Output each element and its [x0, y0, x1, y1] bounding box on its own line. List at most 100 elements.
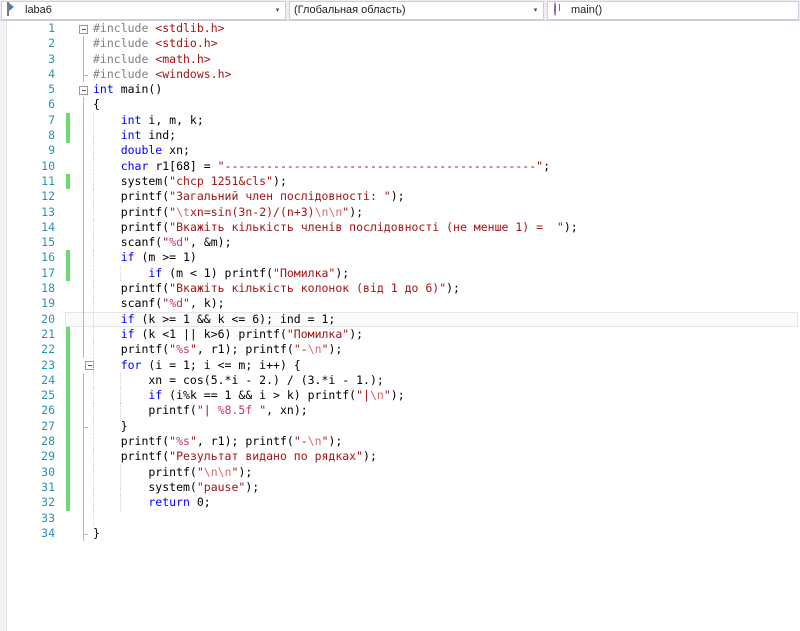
line-number: 14 [41, 219, 55, 234]
line-number: 30 [41, 464, 55, 479]
code-line[interactable]: 11 system("chcp 1251&cls"); [7, 173, 800, 190]
method-icon [551, 1, 567, 19]
line-number: 8 [48, 128, 55, 143]
code-line[interactable]: 14 printf("Вкажіть кількість членів посл… [7, 219, 800, 236]
code-line-text: printf("Результат видано по рядках"); [93, 449, 377, 464]
code-line[interactable]: 4 #include <windows.h> [7, 66, 800, 83]
line-number: 22 [41, 342, 55, 357]
code-line[interactable]: 18 printf("Вкажіть кількість колонок (ві… [7, 281, 800, 297]
code-line-text: { [93, 97, 100, 112]
fold-guide-line [83, 66, 88, 83]
code-editor[interactable]: 1 #include <stdlib.h> 2 #include <stdio.h> 3… [0, 21, 800, 631]
code-line[interactable]: 32 return 0; [7, 495, 800, 511]
code-line-text: #include <math.h> [93, 51, 211, 66]
line-number: 19 [41, 296, 55, 311]
line-number: 6 [48, 97, 55, 112]
code-line[interactable]: 2 #include <stdio.h> [7, 36, 800, 52]
code-line-text: } [93, 525, 100, 540]
chevron-down-icon[interactable]: ▾ [270, 2, 285, 19]
code-line[interactable]: 29 printf("Результат видано по рядках"); [7, 449, 800, 465]
code-line[interactable]: 8 int ind; [7, 128, 800, 144]
code-line-text: printf("Загальний член послідовності: ")… [93, 189, 405, 204]
fold-guide-line [83, 219, 84, 236]
fold-guide-line [83, 204, 84, 220]
fold-guide-line [83, 265, 84, 282]
code-line[interactable]: 19 scanf("%d", k); [7, 296, 800, 312]
scope-dropdown[interactable]: (Глобальная область) ▾ [289, 1, 544, 20]
code-line[interactable]: 25 if (i%k == 1 && i > k) printf("|\n"); [7, 388, 800, 404]
code-line-text: printf("\txn=sin(3n-2)/(n+3)\n\n"); [93, 204, 364, 219]
code-line[interactable]: 21 if (k <1 || k>6) printf("Помилка"); [7, 326, 800, 343]
code-line-text: printf("%s", r1); printf("-\n"); [93, 342, 343, 357]
code-line[interactable]: 31 system("pause"); [7, 479, 800, 496]
line-number: 24 [41, 372, 55, 387]
code-line-text: for (i = 1; i <= m; i++) { [93, 357, 301, 372]
code-line-text: double xn; [93, 143, 190, 158]
code-line-text: scanf("%d", k); [93, 296, 225, 311]
code-line-text: if (k <1 || k>6) printf("Помилка"); [93, 326, 364, 341]
code-line-text: return 0; [93, 495, 211, 510]
scope-dropdown-label: (Глобальная область) [294, 4, 406, 16]
code-line[interactable]: 16 if (m >= 1) [7, 250, 800, 266]
project-dropdown-label: laba6 [25, 4, 52, 16]
change-bar [66, 372, 70, 389]
code-line[interactable]: 6{ [7, 97, 800, 113]
code-line-text: if (i%k == 1 && i > k) printf("|\n"); [93, 388, 405, 403]
code-line[interactable]: 26 printf("| %8.5f ", xn); [7, 403, 800, 419]
code-line[interactable]: 34} [7, 525, 800, 542]
change-bar [66, 342, 70, 358]
code-line[interactable]: 17 if (m < 1) printf("Помилка"); [7, 265, 800, 282]
code-line[interactable]: 12 printf("Загальний член послідовності:… [7, 189, 800, 205]
member-dropdown-label: main() [571, 4, 603, 16]
code-line[interactable]: 1 #include <stdlib.h> [7, 21, 800, 36]
code-line[interactable]: 22 printf("%s", r1); printf("-\n"); [7, 342, 800, 358]
line-number: 28 [41, 434, 55, 449]
line-number: 20 [41, 311, 55, 326]
member-dropdown[interactable]: main() [547, 1, 799, 20]
line-number: 9 [48, 143, 55, 158]
code-line-text: printf("%s", r1); printf("-\n"); [93, 434, 343, 449]
code-line[interactable]: 24 xn = cos(5.*i - 2.) / (3.*i - 1.); [7, 372, 800, 389]
chevron-down-icon[interactable]: ▾ [528, 2, 543, 19]
line-number: 27 [41, 418, 55, 433]
change-bar [66, 418, 70, 435]
fold-guide-line [83, 418, 88, 435]
change-bar [66, 449, 70, 465]
code-line[interactable]: 7 int i, m, k; [7, 112, 800, 129]
code-line[interactable]: 30 printf("\n\n"); [7, 464, 800, 480]
line-number: 7 [48, 112, 55, 127]
code-line[interactable]: 5 int main() [7, 82, 800, 97]
line-number: 23 [41, 357, 55, 372]
code-line[interactable]: 28 printf("%s", r1); printf("-\n"); [7, 434, 800, 450]
fold-guide-line [83, 342, 84, 358]
indent-guide [93, 510, 95, 526]
code-line-text: int main() [93, 82, 163, 97]
code-line-text: if (k >= 1 && k <= 6); ind = 1; [93, 311, 336, 326]
code-line[interactable]: 23 for (i = 1; i <= m; i++) { [7, 357, 800, 373]
fold-collapse-icon[interactable] [79, 24, 88, 34]
project-icon [5, 1, 21, 19]
line-number: 11 [41, 173, 55, 188]
code-line[interactable]: 15 scanf("%d", &m); [7, 235, 800, 251]
code-line[interactable]: 33 [7, 510, 800, 526]
code-line[interactable]: 13 printf("\txn=sin(3n-2)/(n+3)\n\n"); [7, 204, 800, 220]
fold-guide-line [83, 296, 84, 312]
line-number: 31 [41, 479, 55, 494]
code-line[interactable]: 3 #include <math.h> [7, 51, 800, 67]
code-line-text: } [93, 418, 128, 433]
fold-guide-line [83, 281, 84, 297]
line-number: 5 [48, 82, 55, 97]
code-line[interactable]: 20 if (k >= 1 && k <= 6); ind = 1; [7, 311, 800, 327]
code-line[interactable]: 27 } [7, 418, 800, 435]
code-line[interactable]: 9 double xn; [7, 143, 800, 159]
code-line[interactable]: 10 char r1[68] = "----------------------… [7, 158, 800, 174]
line-number: 16 [41, 250, 55, 265]
code-line-text: printf("\n\n"); [93, 464, 253, 479]
project-dropdown[interactable]: laba6 ▾ [1, 1, 286, 20]
code-line-text: printf("| %8.5f ", xn); [93, 403, 308, 418]
line-number: 10 [41, 158, 55, 173]
fold-guide-line [83, 449, 84, 465]
code-surface[interactable]: 1 #include <stdlib.h> 2 #include <stdio.h> 3… [7, 21, 800, 631]
code-line-text: printf("Вкажіть кількість членів послідо… [93, 219, 578, 234]
fold-collapse-icon[interactable] [79, 85, 88, 95]
